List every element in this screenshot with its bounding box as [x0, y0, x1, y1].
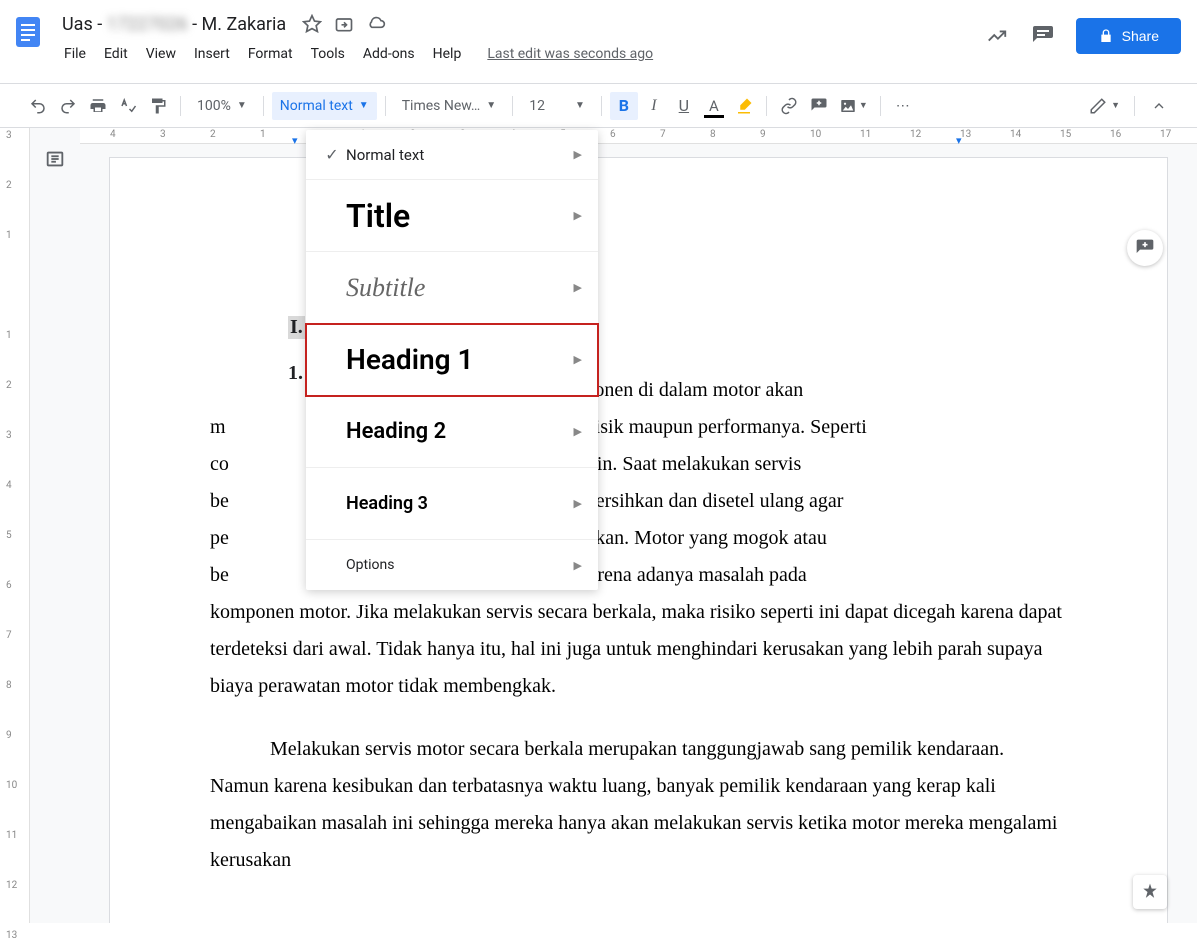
styles-dropdown-button[interactable]: Normal text▼ — [272, 92, 377, 120]
paint-format-button[interactable] — [144, 92, 172, 120]
redo-button[interactable] — [54, 92, 82, 120]
style-options[interactable]: Options ▶ — [306, 540, 598, 590]
highlight-button[interactable] — [730, 92, 758, 120]
editing-mode-button[interactable]: ▼ — [1085, 92, 1124, 120]
text-color-button[interactable]: A — [700, 92, 728, 120]
collapse-toolbar-button[interactable] — [1145, 92, 1173, 120]
section-number: I. — [288, 316, 305, 339]
chevron-right-icon: ▶ — [574, 148, 582, 161]
title-area: Uas - 17227026 - M. Zakaria File Edit Vi… — [48, 8, 984, 66]
comments-icon[interactable] — [1030, 23, 1056, 49]
menu-format[interactable]: Format — [240, 42, 301, 66]
vertical-ruler: 32112345678910111213 — [0, 128, 30, 923]
bold-button[interactable]: B — [610, 92, 638, 120]
undo-button[interactable] — [24, 92, 52, 120]
explore-button[interactable] — [1133, 875, 1167, 909]
star-icon[interactable] — [300, 12, 324, 36]
lock-icon — [1098, 28, 1114, 44]
horizontal-ruler: ▾ ▾ 43211234567891011121314151617 — [80, 128, 1197, 144]
document-page[interactable]: I. 1. a, komponen di dalam motor akan mi… — [110, 158, 1167, 923]
menu-edit[interactable]: Edit — [96, 42, 136, 66]
chevron-right-icon: ▶ — [574, 425, 582, 438]
add-comment-side-button[interactable] — [1127, 230, 1163, 266]
share-label: Share — [1122, 28, 1159, 44]
check-icon: ✓ — [318, 145, 346, 164]
menu-tools[interactable]: Tools — [303, 42, 353, 66]
font-size-dropdown[interactable]: 12▼ — [521, 92, 593, 120]
chevron-right-icon: ▶ — [574, 353, 582, 366]
outline-panel — [30, 128, 80, 923]
docs-logo[interactable] — [8, 12, 48, 52]
print-button[interactable] — [84, 92, 112, 120]
zoom-dropdown[interactable]: 100%▼ — [189, 92, 255, 120]
menu-view[interactable]: View — [138, 42, 184, 66]
insert-image-button[interactable]: ▼ — [835, 92, 872, 120]
style-normal-text[interactable]: ✓ Normal text ▶ — [306, 130, 598, 180]
workspace: 32112345678910111213 ▾ ▾ 432112345678910… — [0, 128, 1197, 923]
style-heading-1[interactable]: Heading 1 ▶ — [306, 324, 598, 396]
style-heading-3[interactable]: Heading 3 ▶ — [306, 468, 598, 540]
chevron-right-icon: ▶ — [574, 209, 582, 222]
toolbar: 100%▼ Normal text▼ Times New…▼ 12▼ B I U… — [0, 84, 1197, 128]
left-indent-marker[interactable]: ▾ — [292, 134, 298, 147]
app-header: Uas - 17227026 - M. Zakaria File Edit Vi… — [0, 0, 1197, 84]
font-dropdown[interactable]: Times New…▼ — [394, 92, 505, 120]
paragraph-2: Melakukan servis motor secara berkala me… — [210, 731, 1067, 879]
menu-insert[interactable]: Insert — [186, 42, 238, 66]
style-subtitle[interactable]: Subtitle ▶ — [306, 252, 598, 324]
share-button[interactable]: Share — [1076, 18, 1181, 54]
activity-icon[interactable] — [984, 23, 1010, 49]
insert-link-button[interactable] — [775, 92, 803, 120]
menu-file[interactable]: File — [56, 42, 94, 66]
item-number: 1. — [288, 362, 303, 385]
move-icon[interactable] — [332, 12, 356, 36]
menu-addons[interactable]: Add-ons — [355, 42, 423, 66]
menu-help[interactable]: Help — [425, 42, 470, 66]
style-heading-2[interactable]: Heading 2 ▶ — [306, 396, 598, 468]
spellcheck-button[interactable] — [114, 92, 142, 120]
italic-button[interactable]: I — [640, 92, 668, 120]
chevron-right-icon: ▶ — [574, 281, 582, 294]
outline-icon[interactable] — [44, 148, 66, 170]
chevron-right-icon: ▶ — [574, 559, 582, 572]
styles-dropdown-menu: ✓ Normal text ▶ Title ▶ Subtitle ▶ Headi… — [306, 130, 598, 590]
last-edit-link[interactable]: Last edit was seconds ago — [487, 46, 653, 62]
menubar: File Edit View Insert Format Tools Add-o… — [56, 42, 984, 66]
doc-title[interactable]: Uas - 17227026 - M. Zakaria — [56, 12, 292, 37]
style-title[interactable]: Title ▶ — [306, 180, 598, 252]
chevron-right-icon: ▶ — [574, 497, 582, 510]
more-button[interactable]: ⋯ — [889, 92, 917, 120]
document-area: ▾ ▾ 43211234567891011121314151617 I. 1. … — [80, 128, 1197, 923]
insert-comment-button[interactable] — [805, 92, 833, 120]
underline-button[interactable]: U — [670, 92, 698, 120]
cloud-saved-icon[interactable] — [364, 12, 388, 36]
